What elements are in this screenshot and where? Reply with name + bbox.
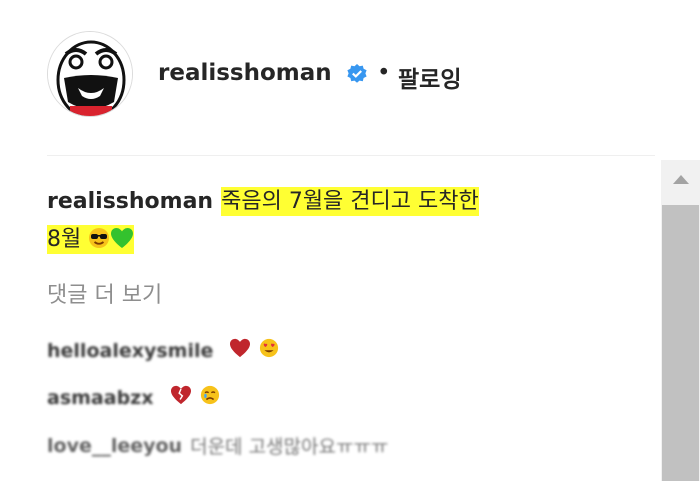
caption-highlight-line2: 8월 — [47, 225, 135, 254]
post-author-username[interactable]: realisshoman — [158, 60, 332, 86]
caption-text-line1: 죽음의 7월을 견디고 도착한 — [221, 187, 479, 216]
comment-username[interactable]: love__leeyou — [47, 435, 182, 457]
verified-badge-icon — [346, 63, 368, 85]
profile-avatar[interactable] — [47, 31, 133, 117]
scrollbar-thumb[interactable] — [662, 205, 699, 481]
post-header: realisshoman • 팔로잉 — [0, 0, 655, 155]
green-heart-icon — [110, 224, 134, 262]
scroll-up-button[interactable] — [661, 160, 700, 200]
comment-row: helloalexysmile — [47, 338, 279, 363]
arrow-up-icon — [673, 175, 689, 184]
following-button[interactable]: 팔로잉 — [398, 60, 461, 94]
comment-text: 더운데 고생많아요ㅠㅠㅠ — [190, 436, 389, 458]
caption-text-line2: 8월 — [47, 227, 82, 252]
vertical-scrollbar[interactable] — [661, 160, 700, 481]
comment-row: love__leeyou 더운데 고생많아요ㅠㅠㅠ — [47, 432, 388, 459]
broken-heart-icon — [170, 385, 192, 410]
post-caption: realisshoman 죽음의 7월을 견디고 도착한 8월 — [47, 183, 647, 262]
view-more-comments-link[interactable]: 댓글 더 보기 — [47, 277, 162, 309]
comment-username[interactable]: asmaabzx — [47, 387, 154, 409]
comment-row: asmaabzx — [47, 385, 220, 410]
header-separator: • — [377, 60, 391, 86]
sunglasses-face-icon — [88, 224, 110, 262]
crying-face-icon — [200, 385, 220, 410]
avatar-face-icon — [48, 32, 132, 116]
heart-eyes-face-icon — [259, 338, 279, 363]
comment-username[interactable]: helloalexysmile — [47, 340, 213, 362]
caption-author-username[interactable]: realisshoman — [47, 189, 213, 214]
red-heart-icon — [229, 338, 251, 363]
header-divider — [47, 155, 655, 156]
